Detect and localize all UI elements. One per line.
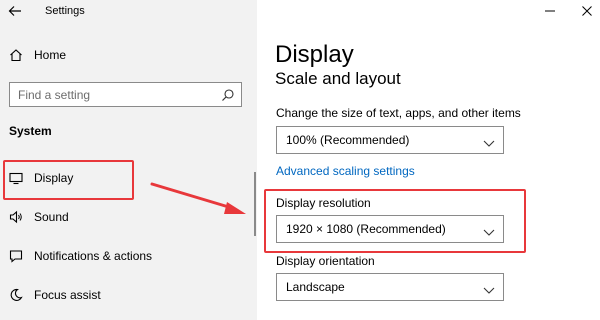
page-title: Display (275, 41, 354, 68)
back-button[interactable] (8, 4, 26, 20)
minimize-icon (545, 10, 555, 12)
app-title: Settings (45, 5, 85, 17)
chevron-down-icon (483, 135, 495, 147)
close-icon (582, 6, 592, 16)
moon-icon (8, 287, 24, 303)
search-input[interactable] (18, 87, 208, 102)
scale-dropdown[interactable]: 100% (Recommended) (276, 126, 504, 154)
back-arrow-icon (8, 6, 21, 16)
navigation-pane: Settings Home System Display (0, 0, 257, 320)
notification-icon (8, 248, 24, 264)
search-icon[interactable] (221, 88, 235, 102)
home-icon (8, 47, 24, 63)
sidebar-item-label: Home (34, 48, 67, 62)
scale-label: Change the size of text, apps, and other… (276, 106, 521, 120)
orientation-dropdown[interactable]: Landscape (276, 273, 504, 301)
search-field[interactable] (9, 82, 242, 107)
advanced-scaling-link[interactable]: Advanced scaling settings (276, 164, 415, 179)
scale-value: 100% (Recommended) (286, 133, 410, 147)
sidebar-item-label: Notifications & actions (34, 249, 153, 263)
orientation-label: Display orientation (276, 254, 375, 268)
resolution-highlight-box (264, 189, 526, 253)
scrollbar[interactable] (254, 172, 256, 236)
sidebar-item-home[interactable]: Home (0, 41, 257, 71)
chevron-down-icon (483, 282, 495, 294)
close-button[interactable] (572, 0, 600, 22)
section-heading: System (9, 124, 52, 138)
section-title: Scale and layout (275, 69, 401, 88)
display-highlight-box (3, 160, 134, 200)
sidebar-item-focus-assist[interactable]: Focus assist (0, 281, 257, 311)
sidebar-item-label: Sound (34, 210, 69, 224)
sidebar-item-notifications[interactable]: Notifications & actions (0, 242, 257, 272)
orientation-value: Landscape (286, 280, 345, 294)
minimize-button[interactable] (535, 0, 565, 22)
sidebar-item-label: Focus assist (34, 288, 101, 302)
sidebar-item-sound[interactable]: Sound (0, 203, 257, 233)
speaker-icon (8, 209, 24, 225)
